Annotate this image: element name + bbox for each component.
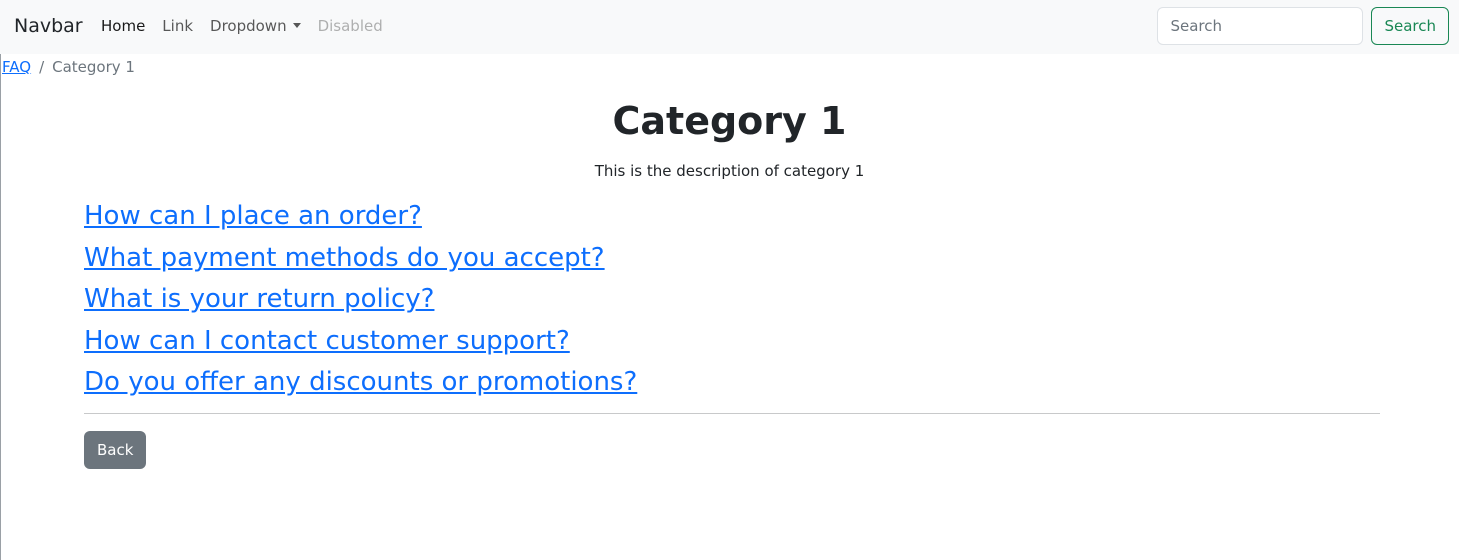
list-item: Do you offer any discounts or promotions… [84,362,637,404]
list-item: What is your return policy? [84,279,637,321]
nav-link-disabled: Disabled [317,17,383,35]
page-title: Category 1 [612,99,847,143]
faq-question-link[interactable]: Do you offer any discounts or promotions… [84,367,637,397]
faq-question-link[interactable]: How can I contact customer support? [84,326,570,356]
breadcrumb-separator: / [39,58,45,76]
back-button[interactable]: Back [84,431,147,469]
search-button[interactable]: Search [1371,7,1449,45]
caret-down-icon [292,23,301,28]
category-description: This is the description of category 1 [594,162,865,180]
search-form: Search [1157,7,1449,45]
nav-dropdown-toggle[interactable]: Dropdown [210,16,301,36]
list-item: How can I contact customer support? [84,321,637,363]
navbar: Navbar Home Link Dropdown Disabled Searc… [0,0,1459,54]
window-edge [0,0,1,560]
breadcrumb-current: Category 1 [52,58,135,76]
list-item: What payment methods do you accept? [84,238,637,280]
nav-links: Home Link Dropdown Disabled [101,16,400,36]
breadcrumb: FAQ / Category 1 [2,57,135,77]
nav-link-home[interactable]: Home [101,16,145,36]
faq-question-link[interactable]: How can I place an order? [84,201,422,231]
faq-question-list: How can I place an order? What payment m… [84,196,637,404]
navbar-brand[interactable]: Navbar [14,14,83,38]
list-item: How can I place an order? [84,196,637,238]
faq-question-link[interactable]: What payment methods do you accept? [84,243,605,273]
divider [84,413,1380,414]
breadcrumb-faq-link[interactable]: FAQ [2,57,31,77]
faq-question-link[interactable]: What is your return policy? [84,284,434,314]
search-input[interactable] [1157,7,1364,45]
nav-link-link[interactable]: Link [162,16,193,36]
nav-dropdown-label: Dropdown [210,17,287,35]
